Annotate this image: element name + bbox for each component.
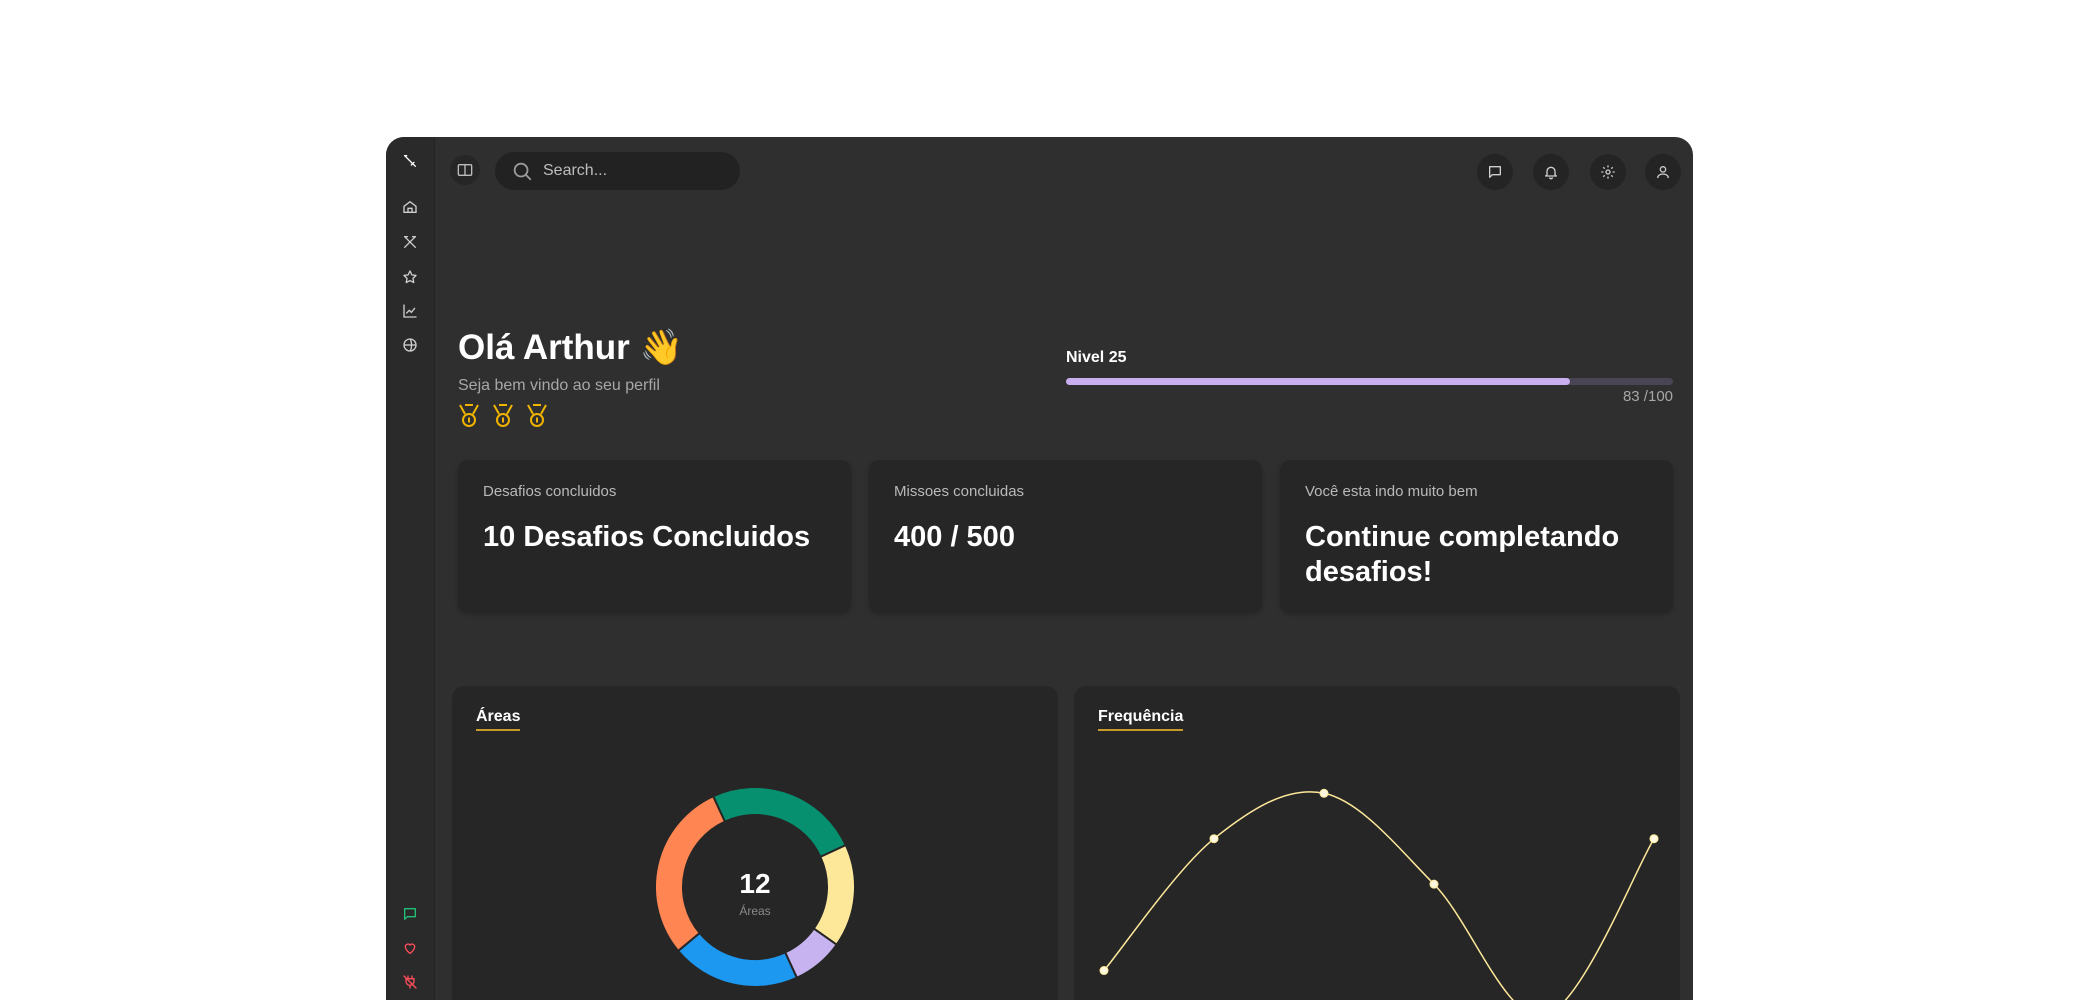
frequency-point[interactable] (1209, 834, 1219, 844)
card-label: Você esta indo muito bem (1305, 483, 1478, 500)
frequency-panel: Frequência (1074, 686, 1680, 1000)
search-icon (513, 162, 532, 181)
settings-button[interactable] (1590, 154, 1626, 190)
level-progress-bar (1066, 378, 1673, 385)
notifications-button[interactable] (1533, 154, 1569, 190)
gear-icon (1601, 165, 1615, 179)
greeting-subtitle: Seja bem vindo ao seu perfil (458, 377, 660, 394)
greeting-text: Olá Arthur (458, 328, 630, 367)
card-value: 10 Desafios Concluidos (483, 521, 811, 553)
encouragement-card: Você esta indo muito bem Continue comple… (1280, 460, 1673, 612)
card-value: Continue completando desafios! (1305, 521, 1620, 588)
sidebar (386, 137, 435, 1000)
frequency-point[interactable] (1429, 879, 1439, 889)
plug-off-icon[interactable] (400, 972, 420, 992)
user-icon (1657, 166, 1669, 179)
frequency-line-chart (1099, 788, 1659, 1000)
messages-button[interactable] (1477, 154, 1513, 190)
message-icon (1489, 166, 1501, 178)
areas-donut-chart (654, 786, 856, 988)
sidebar-toggle-button[interactable] (450, 155, 480, 185)
chart-icon[interactable] (400, 301, 420, 321)
app-window: Olá Arthur 👋 Seja bem vindo ao seu perfi… (386, 137, 1693, 1000)
search-bar[interactable] (495, 152, 740, 190)
donut-center-value: 12 (739, 868, 771, 899)
level-label: Nivel 25 (1066, 349, 1127, 366)
sword-logo-icon[interactable] (400, 151, 420, 171)
home-icon[interactable] (400, 197, 420, 217)
missions-card: Missoes concluidas 400 / 500 (869, 460, 1262, 612)
medal-icon (493, 404, 513, 427)
card-label: Missoes concluidas (894, 483, 1025, 500)
chat-icon[interactable] (400, 904, 420, 924)
level-progress-fill (1066, 378, 1570, 385)
bell-icon (1545, 166, 1557, 180)
search-input[interactable] (541, 161, 725, 181)
crossed-swords-icon[interactable] (400, 232, 420, 252)
areas-panel: Áreas 12 Áreas (452, 686, 1058, 1000)
donut-center-label: Áreas (739, 904, 771, 918)
profile-button[interactable] (1645, 154, 1681, 190)
star-icon[interactable] (400, 267, 420, 287)
level-count: 83 /100 (1622, 388, 1673, 405)
card-label: Desafios concluidos (483, 483, 617, 500)
challenges-card: Desafios concluidos 10 Desafios Concluid… (458, 460, 851, 612)
frequency-point[interactable] (1649, 834, 1659, 844)
heart-icon[interactable] (400, 938, 420, 958)
donut-slice[interactable] (676, 931, 799, 988)
donut-slice[interactable] (711, 786, 848, 859)
card-value: 400 / 500 (894, 521, 1015, 553)
medal-icon (459, 404, 479, 427)
frequency-point[interactable] (1319, 788, 1329, 798)
medal-icon (527, 404, 547, 427)
frequency-point[interactable] (1099, 966, 1109, 976)
greeting-title: Olá Arthur 👋 (458, 327, 683, 368)
wave-emoji: 👋 (639, 328, 684, 367)
globe-icon[interactable] (400, 335, 420, 355)
frequency-series-line (1103, 791, 1655, 1000)
medals-row (458, 403, 548, 429)
